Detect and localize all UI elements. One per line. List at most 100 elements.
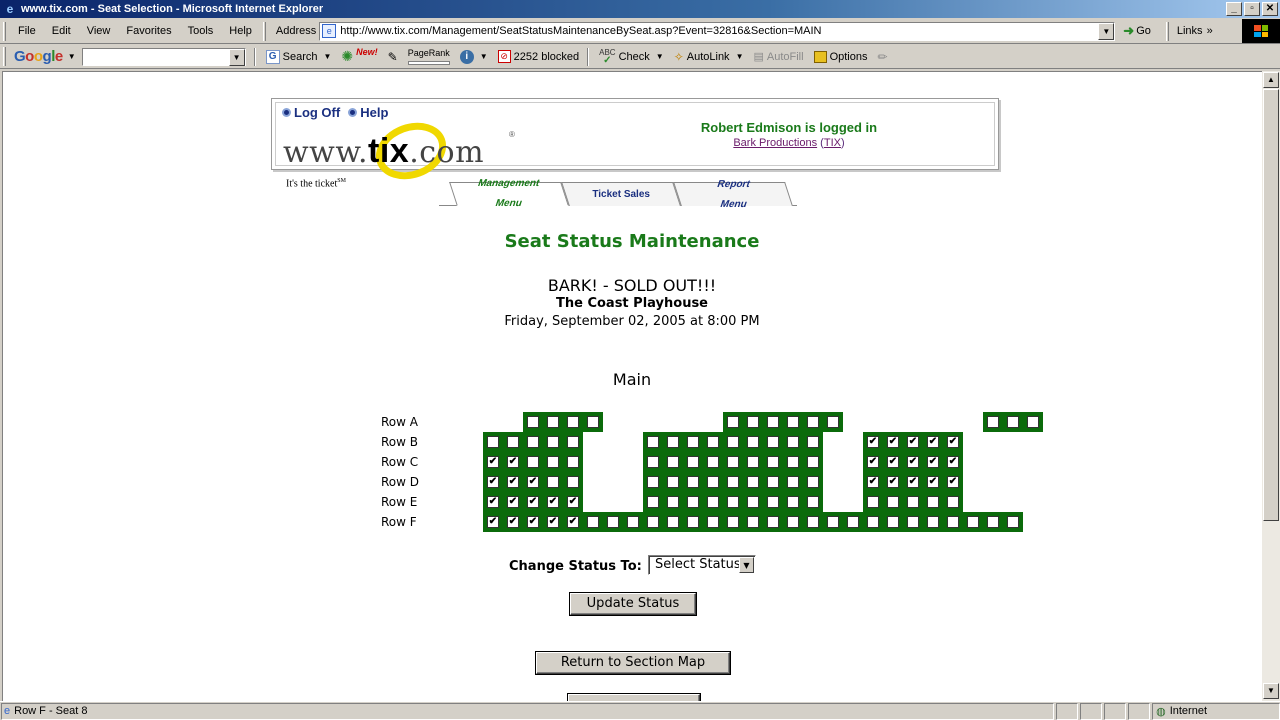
- seat-checkbox[interactable]: [807, 496, 819, 508]
- seat-checkbox[interactable]: [587, 416, 599, 428]
- chevron-down-icon[interactable]: ▼: [68, 52, 76, 61]
- scroll-down-arrow[interactable]: ▼: [1263, 683, 1279, 699]
- address-dropdown-arrow[interactable]: ▼: [1098, 22, 1115, 40]
- seat-checkbox[interactable]: [807, 456, 819, 468]
- options-button[interactable]: Options: [813, 50, 868, 63]
- seat-checkbox[interactable]: [747, 496, 759, 508]
- seat-checkbox[interactable]: [567, 456, 579, 468]
- seat-checkbox[interactable]: [547, 436, 559, 448]
- seat-checkbox[interactable]: ✔: [907, 436, 919, 448]
- seat-checkbox[interactable]: [767, 456, 779, 468]
- seat-checkbox[interactable]: [667, 516, 679, 528]
- seat-checkbox[interactable]: [827, 416, 839, 428]
- seat-checkbox[interactable]: [887, 496, 899, 508]
- seat-checkbox[interactable]: [867, 516, 879, 528]
- tab-report-menu[interactable]: Report Menu: [673, 179, 793, 210]
- vertical-scrollbar[interactable]: ▲ ▼: [1262, 71, 1280, 701]
- seat-checkbox[interactable]: [987, 416, 999, 428]
- organization-code-link[interactable]: TIX: [824, 137, 841, 149]
- google-search-button[interactable]: G Search ▼: [265, 49, 331, 64]
- menu-tools[interactable]: Tools: [180, 25, 222, 37]
- seat-checkbox[interactable]: ✔: [507, 476, 519, 488]
- google-logo[interactable]: Google: [14, 48, 63, 65]
- seat-checkbox[interactable]: ✔: [927, 456, 939, 468]
- seat-checkbox[interactable]: [747, 476, 759, 488]
- seat-checkbox[interactable]: [1027, 416, 1039, 428]
- seat-checkbox[interactable]: [807, 416, 819, 428]
- new-features-button[interactable]: ✺ New!: [341, 47, 377, 65]
- seat-checkbox[interactable]: [907, 496, 919, 508]
- search-dropdown-arrow[interactable]: ▼: [228, 48, 245, 66]
- seat-checkbox[interactable]: [767, 416, 779, 428]
- seat-checkbox[interactable]: [727, 476, 739, 488]
- toolbar-grip[interactable]: [3, 21, 6, 41]
- seat-checkbox[interactable]: [747, 516, 759, 528]
- seat-checkbox[interactable]: ✔: [867, 476, 879, 488]
- seat-checkbox[interactable]: [707, 496, 719, 508]
- maximize-button[interactable]: ▫: [1244, 2, 1260, 16]
- seat-checkbox[interactable]: [707, 456, 719, 468]
- seat-checkbox[interactable]: ✔: [947, 476, 959, 488]
- seat-checkbox[interactable]: [807, 476, 819, 488]
- toolbar-grip[interactable]: [1165, 21, 1169, 41]
- seat-checkbox[interactable]: ✔: [867, 456, 879, 468]
- chevron-right-icon[interactable]: »: [1207, 25, 1213, 37]
- seat-checkbox[interactable]: [647, 476, 659, 488]
- status-select[interactable]: Select Status ▼: [648, 555, 756, 575]
- seat-checkbox[interactable]: [807, 516, 819, 528]
- seat-checkbox[interactable]: [567, 436, 579, 448]
- close-button[interactable]: ✕: [1262, 2, 1278, 16]
- seat-checkbox[interactable]: ✔: [487, 476, 499, 488]
- seat-checkbox[interactable]: [787, 416, 799, 428]
- address-url[interactable]: http://www.tix.com/Management/SeatStatus…: [340, 25, 821, 37]
- scroll-up-arrow[interactable]: ▲: [1263, 72, 1279, 88]
- seat-checkbox[interactable]: [667, 456, 679, 468]
- menu-favorites[interactable]: Favorites: [118, 25, 179, 37]
- seat-checkbox[interactable]: [667, 496, 679, 508]
- seat-checkbox[interactable]: ✔: [547, 516, 559, 528]
- menu-edit[interactable]: Edit: [44, 25, 79, 37]
- seat-checkbox[interactable]: [787, 516, 799, 528]
- tab-management-menu[interactable]: Management Menu: [449, 178, 569, 209]
- seat-checkbox[interactable]: [707, 516, 719, 528]
- seat-checkbox[interactable]: [647, 456, 659, 468]
- seat-checkbox[interactable]: [707, 436, 719, 448]
- seat-checkbox[interactable]: [787, 456, 799, 468]
- seat-checkbox[interactable]: [687, 456, 699, 468]
- toolbar-grip[interactable]: [262, 21, 266, 41]
- seat-checkbox[interactable]: ✔: [907, 456, 919, 468]
- seat-checkbox[interactable]: [727, 496, 739, 508]
- seat-checkbox[interactable]: [987, 516, 999, 528]
- seat-checkbox[interactable]: ✔: [947, 456, 959, 468]
- seat-checkbox[interactable]: ✔: [887, 456, 899, 468]
- seat-checkbox[interactable]: [747, 436, 759, 448]
- scroll-thumb[interactable]: [1263, 89, 1279, 521]
- seat-checkbox[interactable]: [527, 456, 539, 468]
- google-search-input[interactable]: ▼: [81, 47, 246, 66]
- edit-icon-button[interactable]: ✎: [388, 50, 398, 64]
- seat-checkbox[interactable]: [547, 456, 559, 468]
- seat-checkbox[interactable]: [867, 496, 879, 508]
- organization-link[interactable]: Bark Productions: [733, 137, 817, 149]
- seat-checkbox[interactable]: [547, 416, 559, 428]
- seat-checkbox[interactable]: ✔: [487, 456, 499, 468]
- seat-checkbox[interactable]: [627, 516, 639, 528]
- seat-checkbox[interactable]: [1007, 516, 1019, 528]
- seat-checkbox[interactable]: [727, 516, 739, 528]
- seat-checkbox[interactable]: [767, 496, 779, 508]
- logoff-link[interactable]: Log Off: [282, 105, 340, 120]
- seat-checkbox[interactable]: [547, 476, 559, 488]
- partial-button[interactable]: [568, 694, 700, 701]
- seat-checkbox[interactable]: [647, 496, 659, 508]
- seat-checkbox[interactable]: [947, 516, 959, 528]
- chevron-down-icon[interactable]: ▼: [736, 52, 744, 61]
- seat-checkbox[interactable]: [567, 476, 579, 488]
- seat-checkbox[interactable]: [567, 416, 579, 428]
- seat-checkbox[interactable]: [787, 436, 799, 448]
- seat-checkbox[interactable]: [847, 516, 859, 528]
- seat-checkbox[interactable]: ✔: [927, 476, 939, 488]
- seat-checkbox[interactable]: [727, 436, 739, 448]
- seat-checkbox[interactable]: ✔: [507, 496, 519, 508]
- popup-blocker-button[interactable]: ⊘ 2252 blocked: [497, 50, 579, 63]
- seat-checkbox[interactable]: [687, 436, 699, 448]
